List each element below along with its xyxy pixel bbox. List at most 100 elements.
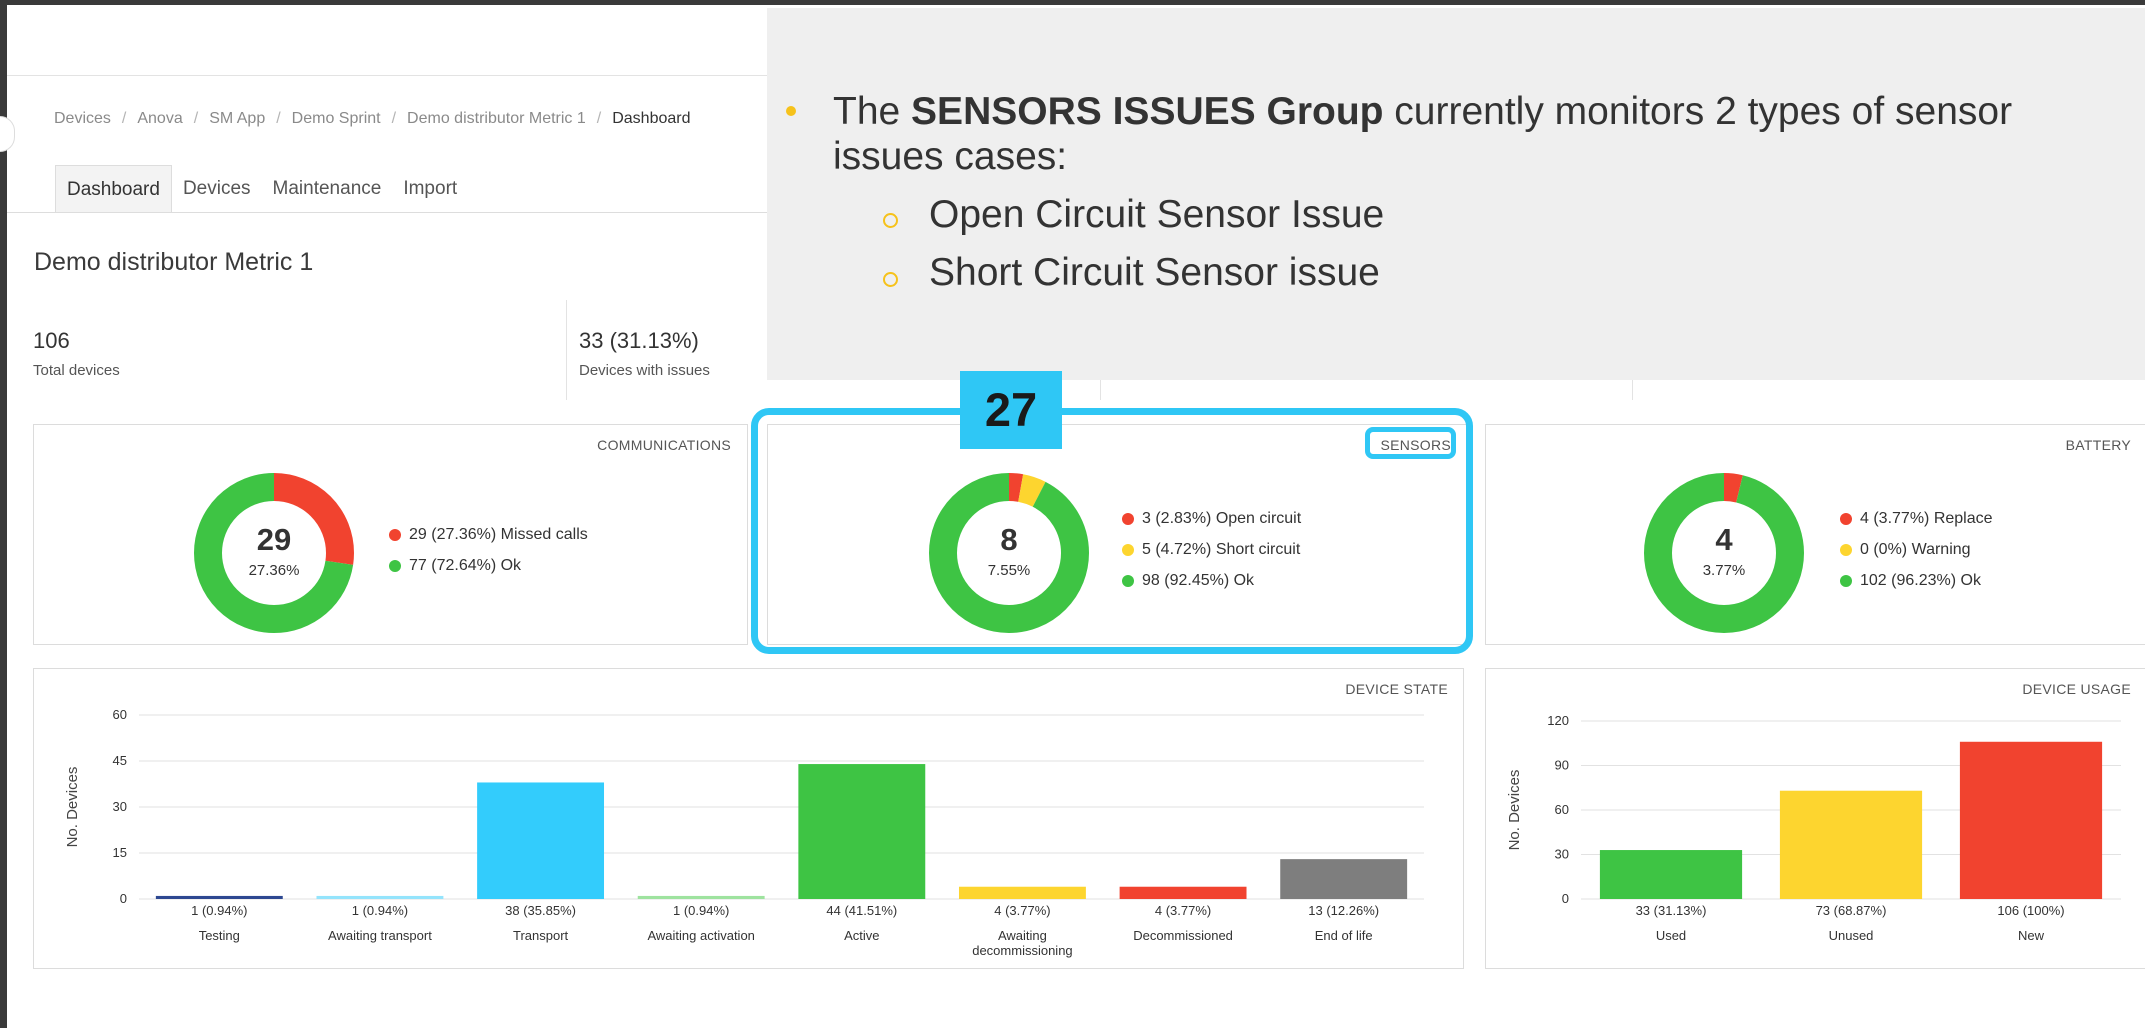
- page-title: Demo distributor Metric 1: [34, 248, 314, 276]
- legend-label: 4 (3.77%) Replace: [1860, 509, 1993, 527]
- bar-value-label: 4 (3.77%): [994, 903, 1050, 918]
- tab-maintenance[interactable]: Maintenance: [262, 165, 393, 211]
- y-tick-label: 0: [120, 891, 127, 906]
- legend-item: 102 (96.23%) Ok: [1840, 565, 1993, 596]
- x-category-label: Unused: [1829, 928, 1874, 943]
- stat-divider: [1632, 380, 1633, 400]
- legend-label: 102 (96.23%) Ok: [1860, 571, 1981, 589]
- breadcrumb-item-anova[interactable]: Anova: [137, 110, 182, 128]
- stat-divider: [566, 300, 567, 400]
- bar-value-label: 38 (35.85%): [505, 903, 576, 918]
- bar-value-label: 106 (100%): [1997, 903, 2064, 918]
- y-tick-label: 45: [113, 753, 127, 768]
- breadcrumb-item-distributor[interactable]: Demo distributor Metric 1: [407, 110, 586, 128]
- x-category-label: Awaiting activation: [647, 928, 754, 943]
- card-title: BATTERY: [2065, 437, 2131, 453]
- bar-value-label: 13 (12.26%): [1308, 903, 1379, 918]
- x-category-label: Used: [1656, 928, 1686, 943]
- breadcrumb-item-demo-sprint[interactable]: Demo Sprint: [292, 110, 381, 128]
- y-tick-label: 30: [113, 799, 127, 814]
- step-badge: 27: [960, 371, 1062, 449]
- breadcrumb-item-sm-app[interactable]: SM App: [209, 110, 265, 128]
- app-topbar: [7, 5, 767, 76]
- annotation-intro: The SENSORS ISSUES Group currently monit…: [833, 90, 2012, 134]
- bar-awaiting-transport: [316, 895, 444, 899]
- annotation-intro-line2: issues cases:: [833, 135, 1068, 178]
- bar-awaiting-decommissioning: [958, 886, 1086, 899]
- breadcrumb-item-current: Dashboard: [612, 110, 691, 127]
- bar-end-of-life: [1280, 859, 1408, 899]
- legend-item: 77 (72.64%) Ok: [389, 550, 588, 581]
- x-category-label: New: [2018, 928, 2045, 943]
- legend-label: 0 (0%) Warning: [1860, 540, 1971, 558]
- annotation-item-short-circuit: Short Circuit Sensor issue: [929, 251, 1380, 294]
- x-category-label: Transport: [513, 928, 569, 943]
- bar-active: [798, 764, 926, 899]
- tab-dashboard[interactable]: Dashboard: [55, 165, 172, 212]
- bar-value-label: 4 (3.77%): [1155, 903, 1211, 918]
- donut-center-value: 4: [1715, 522, 1733, 557]
- y-tick-label: 60: [113, 707, 127, 722]
- stat-total-devices: 106 Total devices: [33, 328, 120, 379]
- sub-bullet-icon: [883, 213, 898, 228]
- annotation-item-open-circuit: Open Circuit Sensor Issue: [929, 193, 1385, 236]
- legend-item: 29 (27.36%) Missed calls: [389, 519, 588, 550]
- tab-bar: Dashboard Devices Maintenance Import: [55, 165, 468, 212]
- bar-transport: [477, 782, 605, 899]
- bar-used: [1599, 850, 1743, 899]
- y-tick-label: 15: [113, 845, 127, 860]
- stat-value: 106: [33, 328, 70, 353]
- intro-text-end: currently monitors 2 types of sensor: [1383, 90, 2013, 133]
- y-tick-label: 0: [1562, 891, 1569, 906]
- sidebar-toggle[interactable]: [0, 116, 15, 152]
- donut-center-percent: 3.77%: [1702, 562, 1746, 579]
- intro-text: The: [833, 90, 912, 133]
- breadcrumb-item-devices[interactable]: Devices: [54, 110, 111, 128]
- stat-divider: [1100, 380, 1101, 400]
- bar-value-label: 73 (68.87%): [1816, 903, 1887, 918]
- tab-devices[interactable]: Devices: [172, 165, 262, 211]
- legend-dot: [1840, 574, 1852, 587]
- battery-card: BATTERY 4 3.77% 4 (3.77%) Replace 0 (0%)…: [1485, 424, 2145, 645]
- x-category-label: Active: [844, 928, 879, 943]
- bar-decommissioned: [1119, 886, 1247, 899]
- tab-divider: [7, 212, 767, 213]
- legend-dot: [1840, 543, 1852, 556]
- bullet-icon: [786, 106, 796, 116]
- bar-value-label: 33 (31.13%): [1636, 903, 1707, 918]
- device-usage-card: DEVICE USAGE 0 30 60 90 120 No. Devices 33 (31…: [1485, 668, 2145, 969]
- bar-value-label: 1 (0.94%): [673, 903, 729, 918]
- bar-awaiting-activation: [637, 895, 765, 899]
- legend-dot: [389, 528, 401, 541]
- device-usage-chart: 0 30 60 90 120 No. Devices 33 (31.13%) Used 73 (…: [1506, 713, 2121, 943]
- bar-testing: [155, 895, 283, 899]
- stat-label: Total devices: [33, 362, 120, 379]
- legend-item: 0 (0%) Warning: [1840, 534, 1993, 565]
- stat-label: Devices with issues: [579, 362, 710, 379]
- y-tick-label: 120: [1547, 713, 1569, 728]
- breadcrumb-separator: /: [193, 110, 199, 127]
- bar-value-label: 44 (41.51%): [826, 903, 897, 918]
- donut-center: 4 3.77%: [1664, 522, 1784, 579]
- x-category-label: Decommissioned: [1133, 928, 1233, 943]
- bar-value-label: 1 (0.94%): [191, 903, 247, 918]
- y-tick-label: 60: [1555, 802, 1569, 817]
- breadcrumb-separator: /: [391, 110, 397, 127]
- annotation-panel: The SENSORS ISSUES Group currently monit…: [767, 8, 2145, 380]
- donut-center: 29 27.36%: [214, 522, 334, 579]
- x-category-label: Awaiting: [998, 928, 1047, 943]
- window-frame-left: [0, 0, 7, 1028]
- communications-card: COMMUNICATIONS 29 27.36% 29 (27.36%) Mis…: [33, 424, 748, 645]
- y-axis-label: No. Devices: [64, 767, 81, 848]
- device-state-chart: 0 15 30 45 60 No. Devices 1 (0.94%) Testing 1 (0…: [64, 707, 1424, 958]
- stat-devices-with-issues: 33 (31.13%) Devices with issues: [579, 328, 710, 379]
- breadcrumb-separator: /: [121, 110, 127, 127]
- x-category-label: Testing: [199, 928, 240, 943]
- sub-bullet-icon: [883, 272, 898, 287]
- donut-center-value: 29: [256, 522, 292, 557]
- breadcrumb-separator: /: [596, 110, 602, 127]
- tab-import[interactable]: Import: [392, 165, 468, 211]
- bar-value-label: 1 (0.94%): [352, 903, 408, 918]
- bar-new: [1959, 741, 2103, 899]
- x-category-label: decommissioning: [972, 943, 1072, 958]
